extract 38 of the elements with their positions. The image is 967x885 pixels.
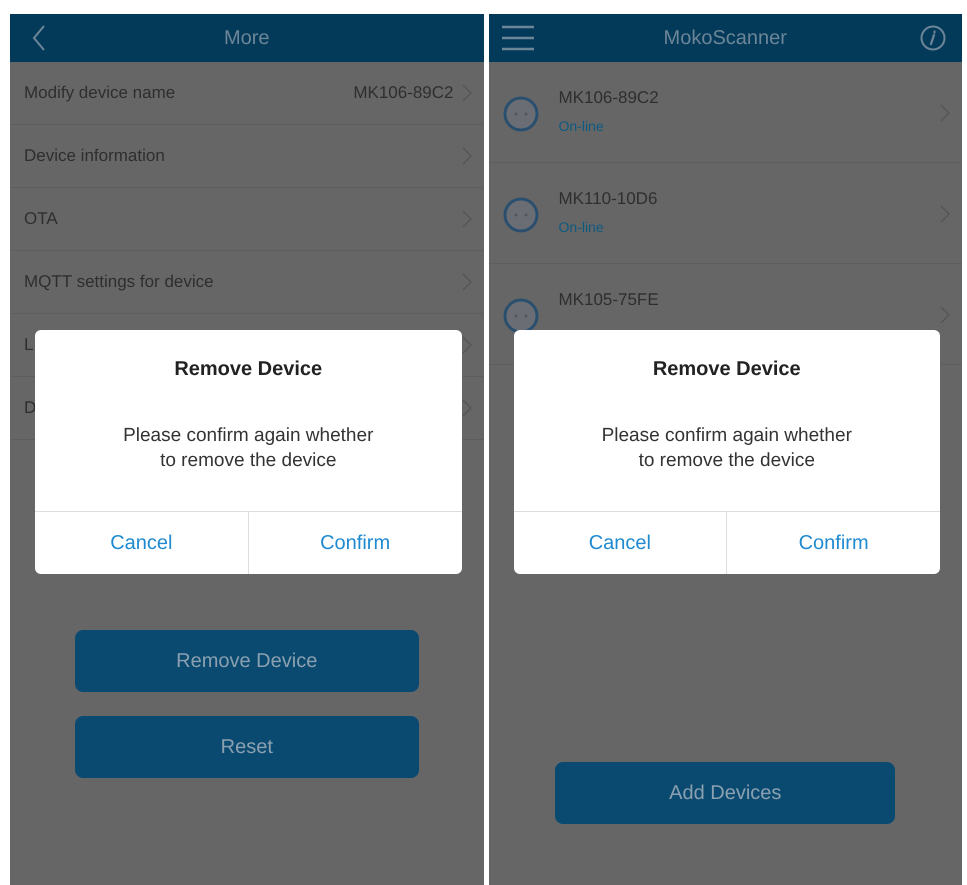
- action-button[interactable]: Reset: [74, 716, 419, 778]
- row-value: MK106-89C2: [353, 83, 454, 103]
- settings-row[interactable]: Device information: [10, 125, 484, 188]
- chevron-right-icon: [462, 336, 472, 354]
- row-label: Modify device name: [24, 83, 176, 103]
- row-label: OTA: [24, 209, 58, 229]
- confirm-button[interactable]: Confirm: [726, 512, 940, 574]
- device-name: MK110-10D6: [558, 189, 658, 209]
- plug-icon: [502, 298, 538, 334]
- row-label: D: [24, 398, 36, 418]
- dialog-title: Remove Device: [173, 357, 324, 381]
- device-status: On-line: [558, 118, 605, 134]
- back-icon[interactable]: [32, 25, 46, 51]
- settings-row[interactable]: OTA: [10, 188, 484, 251]
- menu-icon[interactable]: [502, 25, 534, 51]
- cancel-button[interactable]: Cancel: [35, 512, 248, 574]
- nav-title: MokoScanner: [664, 26, 787, 50]
- device-name: MK106-89C2: [558, 88, 660, 108]
- confirm-button[interactable]: Confirm: [248, 512, 462, 574]
- chevron-right-icon: [462, 399, 472, 417]
- dialog-message: Please confirm again whether to remove the device: [122, 424, 374, 473]
- row-label: MQTT settings for device: [24, 272, 214, 292]
- device-row[interactable]: MK106-89C2 On-line: [488, 62, 962, 163]
- row-label: Device information: [24, 146, 165, 166]
- row-label: L: [24, 335, 34, 355]
- info-icon[interactable]: [920, 25, 946, 51]
- action-button[interactable]: Remove Device: [74, 630, 419, 692]
- dialog-message: Please confirm again whether to remove the device: [600, 424, 853, 473]
- device-row[interactable]: MK110-10D6 On-line: [488, 163, 962, 264]
- nav-title: More: [224, 26, 270, 50]
- settings-row[interactable]: MQTT settings for device: [10, 251, 484, 314]
- plug-icon: [502, 96, 538, 132]
- cancel-button[interactable]: Cancel: [514, 512, 726, 574]
- plug-icon: [502, 197, 538, 233]
- add-devices-button[interactable]: Add Devices: [555, 762, 896, 824]
- device-name: MK105-75FE: [558, 290, 660, 310]
- device-status: On-line: [558, 219, 605, 235]
- settings-row[interactable]: Modify device name MK106-89C2: [10, 62, 484, 125]
